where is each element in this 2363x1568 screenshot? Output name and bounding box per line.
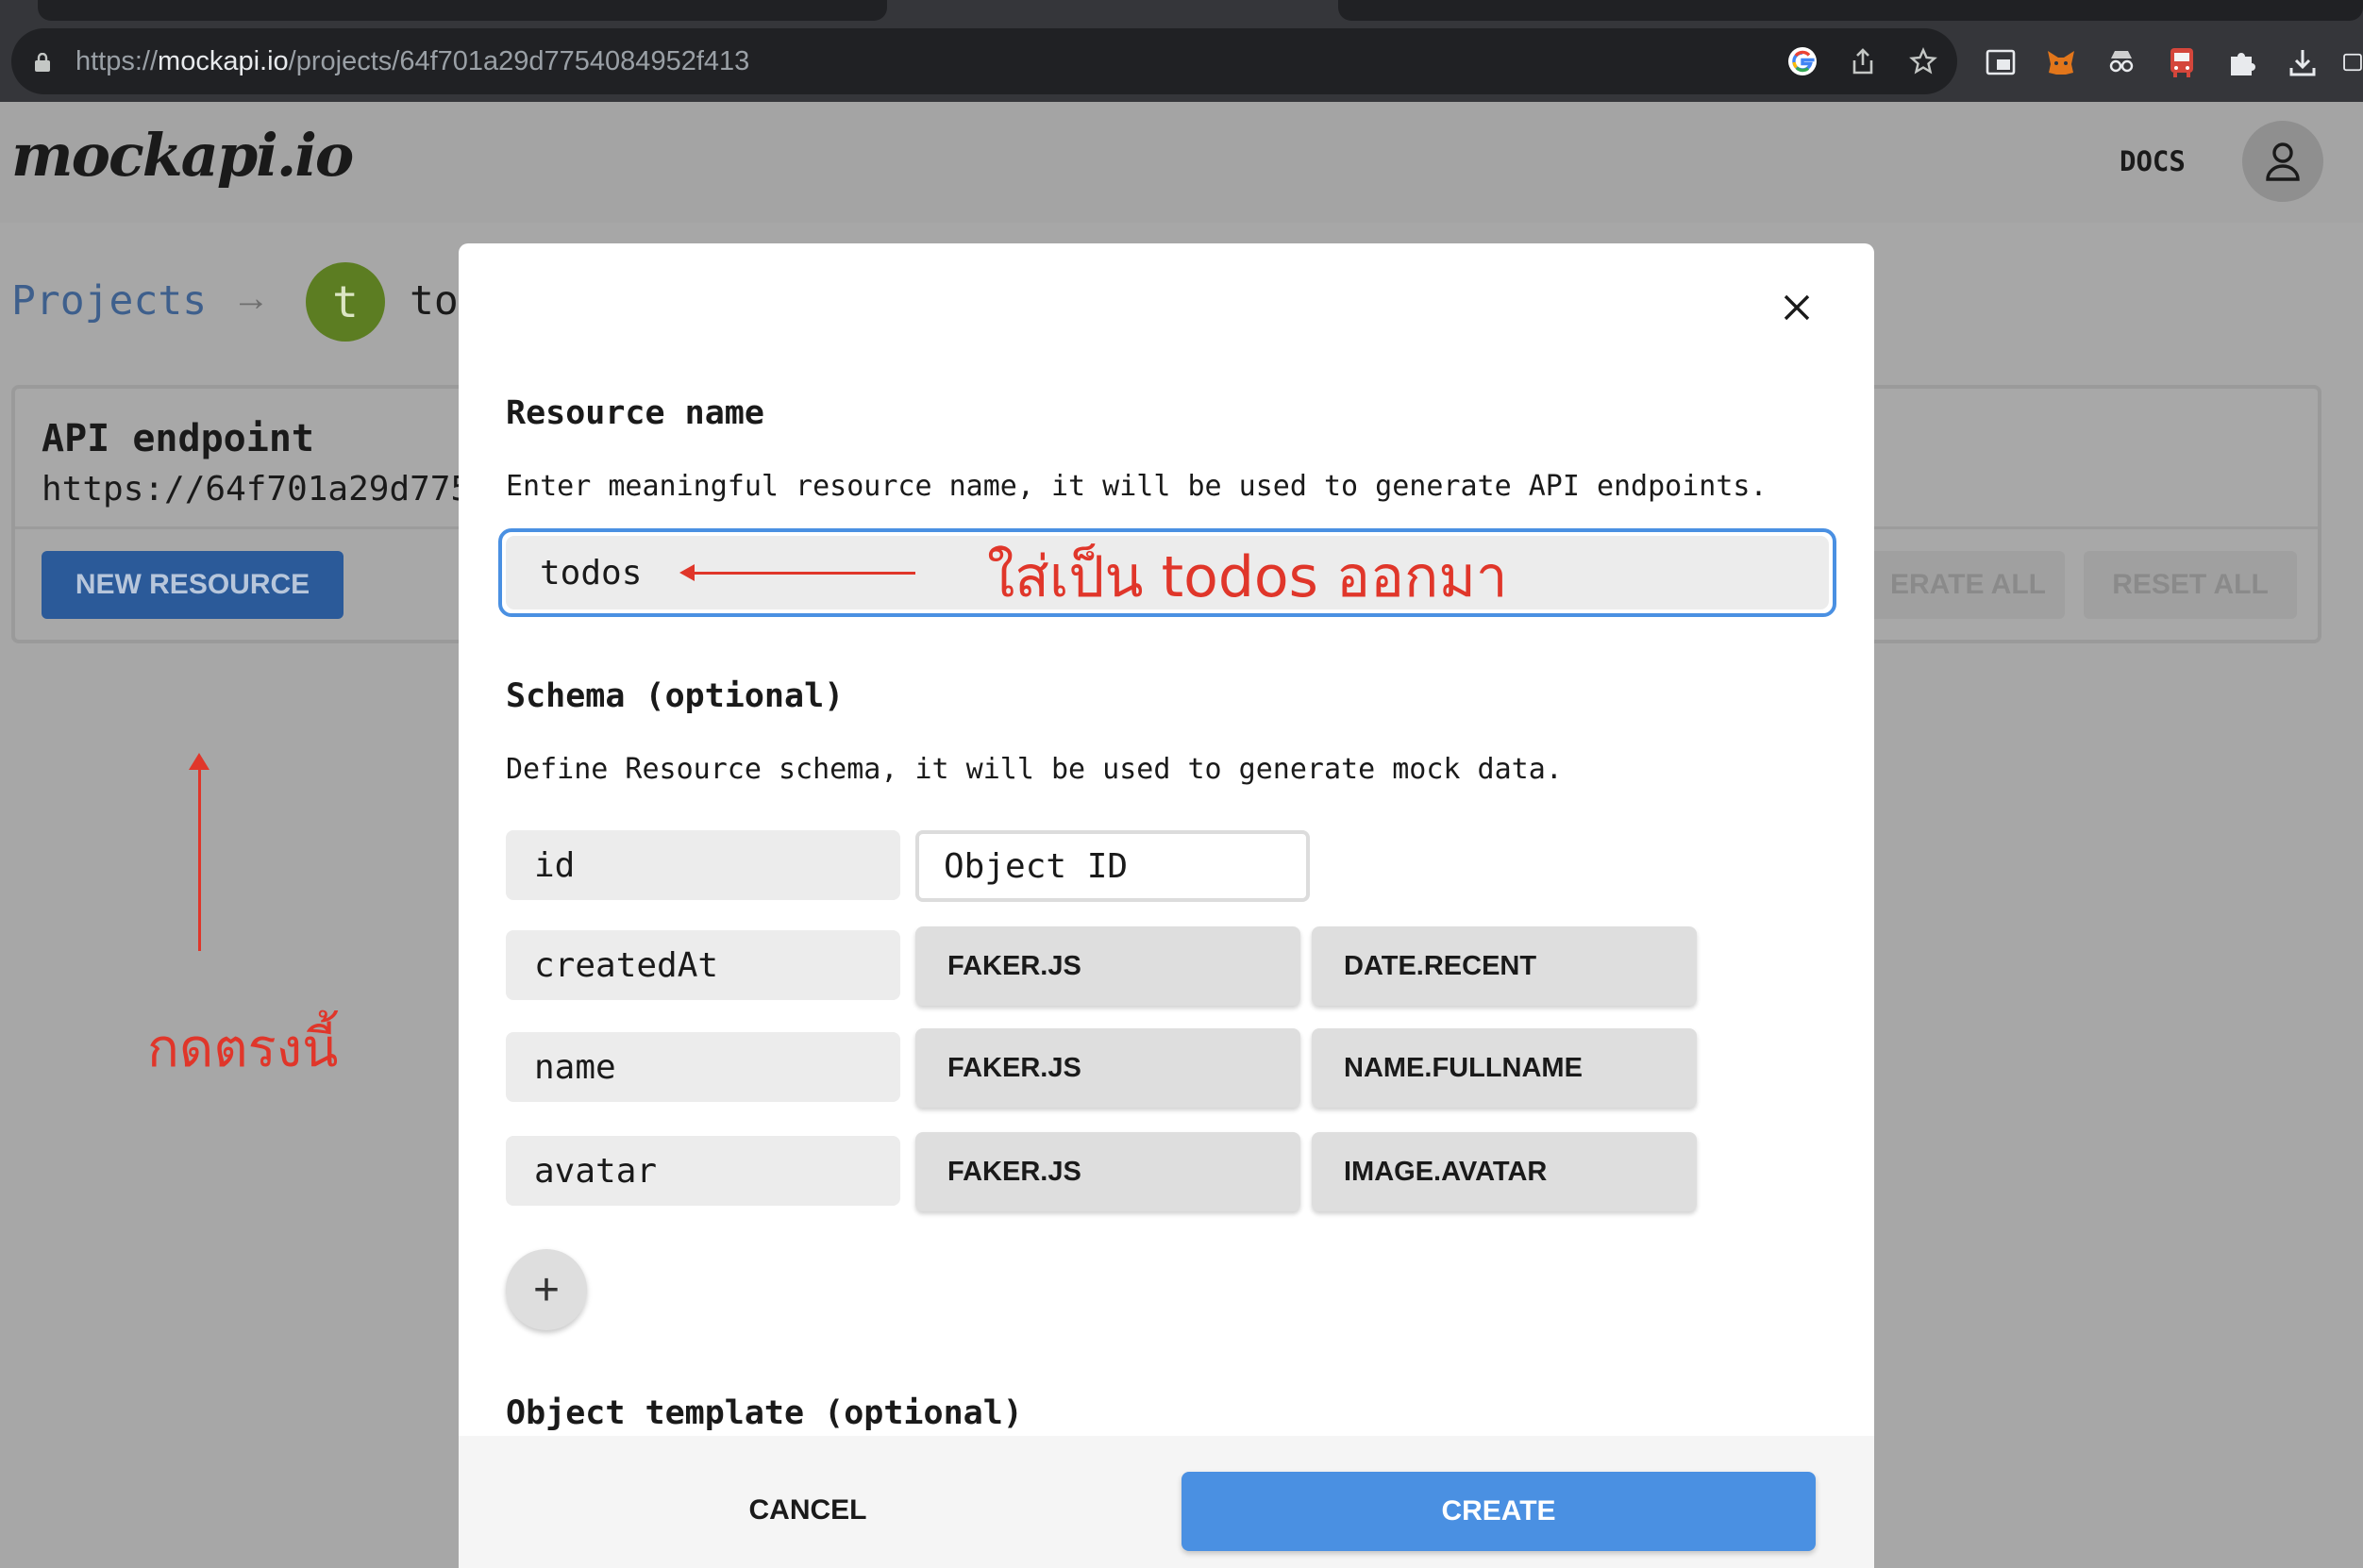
new-resource-dialog: Resource name Enter meaningful resource … [459,243,1874,1568]
docs-link[interactable]: DOCS [2120,145,2186,177]
browser-toolbar: https://mockapi.io/projects/64f701a29d77… [0,21,2363,102]
url-text[interactable]: https://mockapi.io/projects/64f701a29d77… [75,46,749,77]
url-scheme: https:// [75,46,159,76]
annotation-arrow-line [198,762,201,951]
share-icon[interactable] [1846,44,1880,78]
resource-name-title: Resource name [506,394,764,432]
metamask-icon[interactable] [2044,45,2078,79]
generate-all-button[interactable]: ERATE ALL [1861,551,2065,619]
account-button[interactable] [2242,121,2323,202]
project-avatar: t [306,262,385,342]
bus-icon[interactable] [2165,45,2199,79]
api-endpoint-url[interactable]: https://64f701a29d775 [42,470,471,509]
close-button[interactable] [1776,287,1818,328]
api-endpoint-title: API endpoint [42,417,314,460]
annotation-press-here: กดตรงนี้ [147,1018,339,1079]
app-header: mockapi.io DOCS [0,102,2363,223]
browser-tab[interactable] [1338,0,2363,21]
schema-field-method-select[interactable]: IMAGE.AVATAR [1312,1132,1697,1211]
address-bar[interactable]: https://mockapi.io/projects/64f701a29d77… [11,28,1957,94]
annotation-arrow-line [693,572,915,575]
schema-field-method-select[interactable]: NAME.FULLNAME [1312,1028,1697,1108]
picture-in-picture-icon[interactable] [1984,45,2018,79]
schema-title: Schema (optional) [506,677,845,715]
create-button[interactable]: CREATE [1182,1472,1816,1551]
schema-field-type-select[interactable]: FAKER.JS [915,1028,1300,1108]
schema-field-name[interactable]: name [506,1032,900,1102]
url-path: /projects/64f701a29d7754084952f413 [288,46,750,76]
resource-name-description: Enter meaningful resource name, it will … [506,470,1768,503]
browser-tab[interactable] [38,0,887,21]
close-icon [1784,294,1810,321]
puzzle-icon[interactable] [2225,45,2259,79]
schema-field-name[interactable]: avatar [506,1136,900,1206]
google-icon[interactable] [1785,44,1819,78]
plus-icon: + [532,1264,561,1315]
schema-field-type-select[interactable]: FAKER.JS [915,926,1300,1006]
schema-field-method-select[interactable]: DATE.RECENT [1312,926,1697,1006]
mockapi-logo[interactable]: mockapi.io [11,121,354,190]
browser-tab-strip [0,0,2363,21]
lock-icon [35,53,50,72]
schema-field-type-objectid: Object ID [915,830,1310,902]
star-icon[interactable] [1906,44,1940,78]
add-field-button[interactable]: + [506,1249,587,1330]
side-panel-icon[interactable] [2342,45,2363,79]
cancel-button[interactable]: CANCEL [685,1472,930,1549]
new-resource-button[interactable]: NEW RESOURCE [42,551,344,619]
breadcrumb-arrow-icon: → [232,277,270,319]
url-host: mockapi.io [158,46,289,76]
spy-icon[interactable] [2104,45,2138,79]
user-icon [2266,142,2300,181]
project-name: to [410,277,459,325]
schema-field-type-select[interactable]: FAKER.JS [915,1132,1300,1211]
breadcrumb-projects-link[interactable]: Projects [11,277,207,325]
schema-field-name[interactable]: createdAt [506,930,900,1000]
object-template-title: Object template (optional) [506,1394,1023,1432]
schema-description: Define Resource schema, it will be used … [506,753,1563,786]
schema-field-name[interactable]: id [506,830,900,900]
dialog-footer: CANCEL CREATE [459,1436,1874,1568]
reset-all-button[interactable]: RESET ALL [2084,551,2297,619]
download-icon[interactable] [2286,45,2320,79]
annotation-fill-todos: ใส่เป็น todos ออกมา [987,544,1508,610]
